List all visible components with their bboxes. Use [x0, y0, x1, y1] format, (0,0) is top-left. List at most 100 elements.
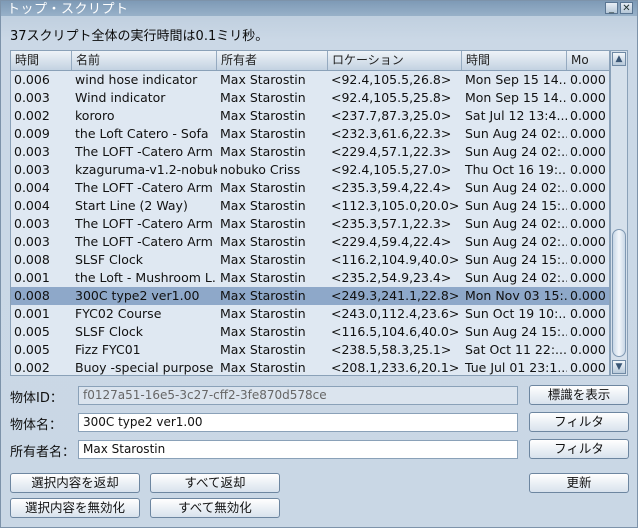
object-id-field[interactable]: f0127a51-16e5-3c27-cff2-3fe870d578ce: [78, 386, 518, 405]
table-row[interactable]: 0.001 the Loft - Mushroom L... Max Starost…: [11, 269, 609, 287]
close-button[interactable]: ✕: [620, 2, 633, 14]
return-all-button[interactable]: すべて返却: [150, 473, 280, 493]
table-row[interactable]: 0.009 the Loft Catero - Sofa Max Starostin…: [11, 125, 609, 143]
cell-mono: 0.000: [570, 162, 606, 177]
cell-date: Sun Aug 24 15:...: [465, 252, 567, 267]
cell-time: 0.008: [14, 288, 50, 303]
table-row[interactable]: 0.003 Wind indicator Max Starostin <92.4,10…: [11, 89, 609, 107]
table-row[interactable]: 0.008 SLSF Clock Max Starostin <116.2,104.9…: [11, 251, 609, 269]
cell-location: <235.2,54.9,23.4>: [331, 270, 452, 285]
disable-selected-button[interactable]: 選択内容を無効化: [10, 498, 140, 518]
table-row[interactable]: 0.003 The LOFT -Catero Arm C...Max Staros…: [11, 143, 609, 161]
cell-owner: Max Starostin: [220, 360, 306, 375]
table-row[interactable]: 0.005 Fizz FYC01 Max Starostin <238.5,58.3,…: [11, 341, 609, 359]
cell-mono: 0.000: [570, 234, 606, 249]
cell-owner: Max Starostin: [220, 270, 306, 285]
return-selected-button[interactable]: 選択内容を返却: [10, 473, 140, 493]
cell-owner: Max Starostin: [220, 72, 306, 87]
cell-mono: 0.000: [570, 216, 606, 231]
cell-date: Sat Jul 12 13:4...: [465, 108, 567, 123]
table-row[interactable]: 0.003 The LOFT -Catero Arm C...Max Staros…: [11, 233, 609, 251]
cell-date: Tue Jul 01 23:1...: [465, 360, 567, 375]
table-row[interactable]: 0.003 The LOFT -Catero Arm C...Max Staros…: [11, 215, 609, 233]
cell-name: kororo: [75, 108, 115, 123]
cell-date: Sun Aug 24 02:...: [465, 180, 567, 195]
table-row[interactable]: 0.002 kororo Max Starostin <237.7,87.3,25.0…: [11, 107, 609, 125]
cell-location: <92.4,105.5,27.0>: [331, 162, 452, 177]
cell-name: Fizz FYC01: [75, 342, 141, 357]
filter-name-button[interactable]: フィルタ: [529, 412, 629, 432]
cell-location: <116.2,104.9,40.0>: [331, 252, 460, 267]
scroll-down-arrow-icon[interactable]: ▼: [612, 360, 626, 374]
column-header-location[interactable]: ロケーション: [328, 51, 462, 70]
disable-all-button[interactable]: すべて無効化: [150, 498, 280, 518]
cell-name: kzaguruma-v1.2-nobuko: [75, 162, 217, 177]
cell-mono: 0.000: [570, 144, 606, 159]
object-name-label: 物体名：: [10, 418, 63, 433]
table-row[interactable]: 0.004 The LOFT -Catero Arm C...Max Staros…: [11, 179, 609, 197]
cell-name: SLSF Clock: [75, 252, 143, 267]
summary-text: 37スクリプト全体の実行時間は0.1ミリ秒。: [10, 29, 269, 44]
scroll-up-arrow-icon[interactable]: ▲: [612, 52, 626, 66]
minimize-button[interactable]: _: [605, 2, 618, 14]
column-header-name[interactable]: 名前: [72, 51, 217, 70]
scrollbar-thumb[interactable]: [612, 229, 626, 357]
cell-time: 0.006: [14, 72, 50, 87]
cell-mono: 0.000: [570, 360, 606, 375]
cell-mono: 0.000: [570, 342, 606, 357]
cell-name: Wind indicator: [75, 90, 166, 105]
cell-date: Sun Oct 19 10:...: [465, 306, 567, 321]
cell-time: 0.003: [14, 162, 50, 177]
cell-date: Thu Oct 16 19:...: [465, 162, 567, 177]
cell-owner: Max Starostin: [220, 252, 306, 267]
table-row[interactable]: 0.002 Buoy -special purpose ... Max Staros…: [11, 359, 609, 375]
refresh-button[interactable]: 更新: [529, 473, 629, 493]
cell-mono: 0.000: [570, 72, 606, 87]
cell-time: 0.001: [14, 306, 50, 321]
table-row[interactable]: 0.003 kzaguruma-v1.2-nobuko nobuko Criss <9…: [11, 161, 609, 179]
cell-time: 0.004: [14, 198, 50, 213]
table-row[interactable]: 0.005 SLSF Clock Max Starostin <116.5,104.6…: [11, 323, 609, 341]
table-row[interactable]: 0.008 300C type2 ver1.00 Max Starostin <249…: [11, 287, 609, 305]
column-header-date[interactable]: 時間: [462, 51, 567, 70]
cell-time: 0.002: [14, 360, 50, 375]
filter-owner-button[interactable]: フィルタ: [529, 439, 629, 459]
scripts-table: 時間 名前 所有者 ロケーション 時間 Mo 0.006 wind hose in…: [10, 50, 610, 376]
cell-location: <116.5,104.6,40.0>: [331, 324, 460, 339]
object-name-field[interactable]: 300C type2 ver1.00: [78, 413, 518, 432]
cell-mono: 0.000: [570, 306, 606, 321]
cell-name: FYC02 Course: [75, 306, 162, 321]
cell-mono: 0.000: [570, 108, 606, 123]
owner-name-field[interactable]: Max Starostin: [78, 440, 518, 459]
cell-time: 0.003: [14, 90, 50, 105]
table-row[interactable]: 0.004 Start Line (2 Way) Max Starostin <112…: [11, 197, 609, 215]
show-beacon-button[interactable]: 標識を表示: [529, 385, 629, 405]
title-bar[interactable]: トップ・スクリプト _ ✕: [1, 1, 637, 17]
cell-location: <208.1,233.6,20.1>: [331, 360, 460, 375]
cell-name: The LOFT -Catero Arm C...: [75, 180, 217, 195]
column-header-owner[interactable]: 所有者: [217, 51, 328, 70]
table-row[interactable]: 0.001 FYC02 Course Max Starostin <243.0,112…: [11, 305, 609, 323]
cell-time: 0.005: [14, 324, 50, 339]
cell-date: Mon Sep 15 14...: [465, 72, 567, 87]
column-header-time[interactable]: 時間: [11, 51, 72, 70]
cell-location: <92.4,105.5,25.8>: [331, 90, 452, 105]
table-row[interactable]: 0.006 wind hose indicator Max Starostin <92…: [11, 71, 609, 89]
cell-date: Sat Oct 11 22:...: [465, 342, 567, 357]
cell-date: Sun Aug 24 15:...: [465, 324, 567, 339]
cell-owner: Max Starostin: [220, 324, 306, 339]
cell-date: Sun Aug 24 15:...: [465, 198, 567, 213]
object-id-label: 物体ID：: [10, 391, 63, 406]
table-scrollbar[interactable]: ▲ ▼: [610, 50, 628, 376]
cell-owner: Max Starostin: [220, 216, 306, 231]
cell-owner: Max Starostin: [220, 180, 306, 195]
cell-mono: 0.000: [570, 126, 606, 141]
cell-location: <229.4,59.4,22.4>: [331, 234, 452, 249]
column-header-mono[interactable]: Mo: [567, 51, 609, 70]
cell-location: <237.7,87.3,25.0>: [331, 108, 452, 123]
cell-time: 0.003: [14, 144, 50, 159]
cell-mono: 0.000: [570, 252, 606, 267]
cell-date: Mon Sep 15 14...: [465, 90, 567, 105]
cell-owner: Max Starostin: [220, 108, 306, 123]
cell-name: the Loft - Mushroom L...: [75, 270, 217, 285]
